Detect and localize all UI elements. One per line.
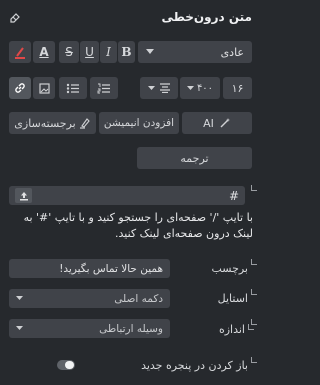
font-style-select[interactable]: عادی [138,41,252,63]
strikethrough-button[interactable]: S [59,41,79,63]
link-button[interactable] [9,77,31,99]
label-input-value: همین حالا تماس بگیرید! [59,262,163,275]
style-select-value: دکمه اصلی [114,292,163,305]
size-select[interactable]: وسیله ارتباطی [9,319,170,338]
style-field-title: استایل [217,292,248,305]
translate-label: ترجمه [180,151,209,165]
toggle-knob [65,361,74,369]
font-color-label: A [39,45,49,59]
highlighter-icon [79,117,91,129]
chevron-down-icon [16,326,23,331]
align-center-icon [159,83,171,93]
size-select-value: وسیله ارتباطی [99,322,163,335]
size-field-sub-marker [248,324,254,330]
font-size-value: ۱۶ [231,81,244,95]
underline-button[interactable]: U [80,41,99,63]
bold-label: B [121,45,132,59]
panel-title: متن درون‌خطی [161,10,252,24]
text-color-button[interactable] [9,41,31,63]
link-help-text: با تایپ '/' صفحه‌ای را جستجو کنید و با ت… [23,211,253,240]
font-style-value: عادی [220,45,244,59]
bold-button[interactable]: B [118,41,135,63]
add-animation-label: افزودن انیمیشن [103,117,175,129]
underline-label: U [85,45,94,59]
link-input[interactable]: # [9,186,245,205]
ai-label: AI [203,116,214,130]
new-window-label: باز کردن در پنجره جدید [141,359,248,372]
add-animation-button[interactable]: افزودن انیمیشن [99,112,179,134]
upload-icon[interactable] [15,188,32,203]
italic-label: I [106,45,111,59]
ai-button[interactable]: AI [182,112,252,134]
font-size-select[interactable]: ۱۶ [223,77,252,99]
label-field-title: برچسب [211,262,248,275]
link-hash: # [228,188,239,203]
highlight-label: برجسته‌سازی [14,116,76,130]
font-color-button[interactable]: A [33,41,55,63]
size-number-value: ۴۰۰ [196,82,214,94]
label-field-marker [251,259,257,265]
new-window-marker [251,357,257,363]
image-button[interactable] [33,77,55,99]
highlight-button[interactable]: برجسته‌سازی [9,112,96,134]
new-window-toggle[interactable] [57,360,75,370]
magic-wand-icon [219,117,231,129]
chevron-down-icon [146,49,154,55]
strikethrough-label: S [65,45,73,59]
chevron-down-icon [147,85,155,91]
bullet-list-button[interactable] [59,77,87,99]
style-field-marker [251,289,257,295]
translate-button[interactable]: ترجمه [137,147,252,169]
style-select[interactable]: دکمه اصلی [9,289,170,308]
numbered-list-button[interactable] [90,77,118,99]
chevron-down-icon [16,296,23,301]
size-number-select[interactable]: ۴۰۰ [180,77,220,99]
italic-button[interactable]: I [100,41,117,63]
chevron-down-icon [186,85,194,91]
size-field-title: اندازه [218,323,245,336]
link-field-marker [251,185,257,191]
label-input[interactable]: همین حالا تماس بگیرید! [9,259,170,278]
align-select[interactable] [140,77,178,99]
eraser-icon[interactable] [9,11,21,23]
